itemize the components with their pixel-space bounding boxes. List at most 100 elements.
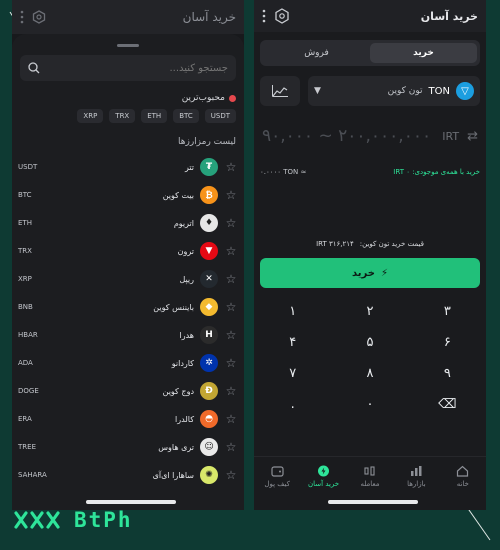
search-input[interactable] bbox=[46, 62, 228, 74]
search-bar bbox=[20, 55, 236, 81]
tab-sell[interactable]: فروش bbox=[263, 43, 370, 63]
chip-trx[interactable]: TRX bbox=[109, 109, 136, 123]
coin-row[interactable]: ☆ ✺ ساهارا ای‌آی SAHARA bbox=[12, 461, 244, 489]
coin-row[interactable]: ☆ ✲ کاردانو ADA bbox=[12, 349, 244, 377]
amount-placeholder[interactable]: ۹۰,۰۰۰ ~ ۲۰۰,۰۰۰,۰۰۰ bbox=[262, 126, 434, 146]
tab-buy[interactable]: خرید bbox=[370, 43, 477, 63]
nav-home[interactable]: خانه bbox=[440, 457, 486, 496]
chart-button[interactable] bbox=[260, 76, 300, 106]
settings-hex-icon[interactable] bbox=[274, 8, 290, 24]
home-indicator bbox=[86, 500, 176, 504]
nav-easy-buy[interactable]: خرید آسان bbox=[300, 457, 346, 496]
ton-coin-icon: ▽ bbox=[456, 82, 474, 100]
star-icon[interactable]: ☆ bbox=[224, 440, 238, 454]
key-2[interactable]: ۲ bbox=[331, 300, 408, 323]
coin-logo-icon: ♦ bbox=[200, 214, 218, 232]
coin-logo-icon: ☺ bbox=[200, 438, 218, 456]
swap-currency-icon[interactable]: ⇄ bbox=[467, 129, 478, 144]
asset-symbol: TON bbox=[428, 85, 450, 97]
star-icon[interactable]: ☆ bbox=[224, 216, 238, 230]
lightning-icon: ⚡ bbox=[380, 267, 388, 279]
key-decimal[interactable]: . bbox=[254, 393, 331, 416]
key-1[interactable]: ۱ bbox=[254, 300, 331, 323]
search-icon bbox=[28, 62, 40, 74]
nav-trade[interactable]: معامله bbox=[347, 457, 393, 496]
left-header-title: خرید آسان bbox=[182, 10, 236, 24]
key-5[interactable]: ۵ bbox=[331, 331, 408, 354]
buy-button-label: خرید bbox=[352, 267, 375, 279]
coin-row[interactable]: ☆ ₮ تتر USDT bbox=[12, 153, 244, 181]
more-vert-icon[interactable] bbox=[20, 10, 24, 24]
star-icon[interactable]: ☆ bbox=[224, 328, 238, 342]
star-icon[interactable]: ☆ bbox=[224, 300, 238, 314]
settings-hex-icon[interactable] bbox=[32, 10, 46, 24]
coin-symbol: ADA bbox=[18, 359, 33, 367]
key-6[interactable]: ۶ bbox=[409, 331, 486, 354]
nav-markets[interactable]: بازارها bbox=[393, 457, 439, 496]
coin-picker-screen: خرید آسان محبوب‌ترین USDT BTC ETH TRX XR… bbox=[12, 0, 244, 510]
coin-row[interactable]: ☆ ☺ تری هاوس TREE bbox=[12, 433, 244, 461]
star-icon[interactable]: ☆ bbox=[224, 356, 238, 370]
star-icon[interactable]: ☆ bbox=[224, 244, 238, 258]
key-9[interactable]: ۹ bbox=[409, 362, 486, 385]
backspace-key-icon[interactable]: ⌫ bbox=[409, 393, 486, 416]
chip-eth[interactable]: ETH bbox=[141, 109, 168, 123]
buy-button[interactable]: ⚡ خرید bbox=[260, 258, 480, 288]
coin-row[interactable]: ☆ ▼ ترون TRX bbox=[12, 237, 244, 265]
trade-icon bbox=[364, 466, 376, 476]
coin-row[interactable]: ☆ Ð دوج کوین DOGE bbox=[12, 377, 244, 405]
asset-selector[interactable]: ▽ TON تون کوین ▼ bbox=[308, 76, 480, 106]
nav-home-label: خانه bbox=[456, 480, 469, 488]
buy-all-link[interactable]: خرید با همه‌ی موجودی: IRT ۰ bbox=[393, 168, 480, 176]
chevron-down-icon: ▼ bbox=[314, 86, 321, 96]
chip-xrp[interactable]: XRP bbox=[77, 109, 104, 123]
double-x-logo-icon bbox=[14, 511, 60, 529]
star-icon[interactable]: ☆ bbox=[224, 272, 238, 286]
nav-easy-buy-label: خرید آسان bbox=[308, 480, 340, 488]
line-chart-icon bbox=[272, 85, 288, 97]
coin-symbol: BTC bbox=[18, 191, 32, 199]
coin-logo-icon: ✲ bbox=[200, 354, 218, 372]
coin-name: ترون bbox=[177, 246, 194, 256]
coin-name: تتر bbox=[184, 162, 194, 172]
nav-trade-label: معامله bbox=[360, 480, 380, 488]
key-0[interactable]: ۰ bbox=[331, 393, 408, 416]
coin-row[interactable]: ☆ ✕ ریپل XRP bbox=[12, 265, 244, 293]
star-icon[interactable]: ☆ bbox=[224, 160, 238, 174]
star-icon[interactable]: ☆ bbox=[224, 468, 238, 482]
key-7[interactable]: ۷ bbox=[254, 362, 331, 385]
coin-logo-icon: ◓ bbox=[200, 410, 218, 428]
easy-buy-icon bbox=[318, 465, 330, 477]
key-4[interactable]: ۴ bbox=[254, 331, 331, 354]
coin-row[interactable]: ☆ ◓ کالدرا ERA bbox=[12, 405, 244, 433]
chip-usdt[interactable]: USDT bbox=[204, 109, 236, 123]
home-icon bbox=[457, 465, 469, 477]
coin-name: کالدرا bbox=[175, 414, 194, 424]
coin-logo-icon: ₿ bbox=[200, 186, 218, 204]
coin-name: بایننس کوین bbox=[153, 302, 194, 312]
favorites-heading: محبوب‌ترین bbox=[20, 93, 236, 103]
easy-buy-screen: خرید آسان خرید فروش ▽ TON تون کوین ▼ ۹۰,… bbox=[254, 0, 486, 510]
bottom-nav: خانه بازارها معامله خرید آسان کیف پول bbox=[254, 456, 486, 496]
coin-row[interactable]: ☆ ♦ اتریوم ETH bbox=[12, 209, 244, 237]
coin-name: اتریوم bbox=[173, 218, 194, 228]
brand-logo: BtPh bbox=[14, 508, 133, 532]
wallet-icon bbox=[271, 466, 284, 477]
star-icon[interactable]: ☆ bbox=[224, 188, 238, 202]
price-value: ۳۱۶,۲۱۴ IRT bbox=[316, 240, 354, 248]
buy-sell-toggle: خرید فروش bbox=[260, 40, 480, 66]
chip-btc[interactable]: BTC bbox=[173, 109, 199, 123]
right-header-title: خرید آسان bbox=[420, 9, 478, 23]
amount-input-row[interactable]: ۹۰,۰۰۰ ~ ۲۰۰,۰۰۰,۰۰۰ IRT ⇄ bbox=[262, 126, 478, 146]
coin-row[interactable]: ☆ ₿ بیت کوین BTC bbox=[12, 181, 244, 209]
key-3[interactable]: ۳ bbox=[409, 300, 486, 323]
star-icon[interactable]: ☆ bbox=[224, 384, 238, 398]
star-icon[interactable]: ☆ bbox=[224, 412, 238, 426]
sheet-drag-handle[interactable] bbox=[117, 44, 139, 47]
coin-row[interactable]: ☆ ◆ بایننس کوین BNB bbox=[12, 293, 244, 321]
nav-wallet[interactable]: کیف پول bbox=[254, 457, 300, 496]
coin-row[interactable]: ☆ H هدرا HBAR bbox=[12, 321, 244, 349]
more-vert-icon[interactable] bbox=[262, 9, 266, 23]
key-8[interactable]: ۸ bbox=[331, 362, 408, 385]
coin-logo-icon: ✺ bbox=[200, 466, 218, 484]
